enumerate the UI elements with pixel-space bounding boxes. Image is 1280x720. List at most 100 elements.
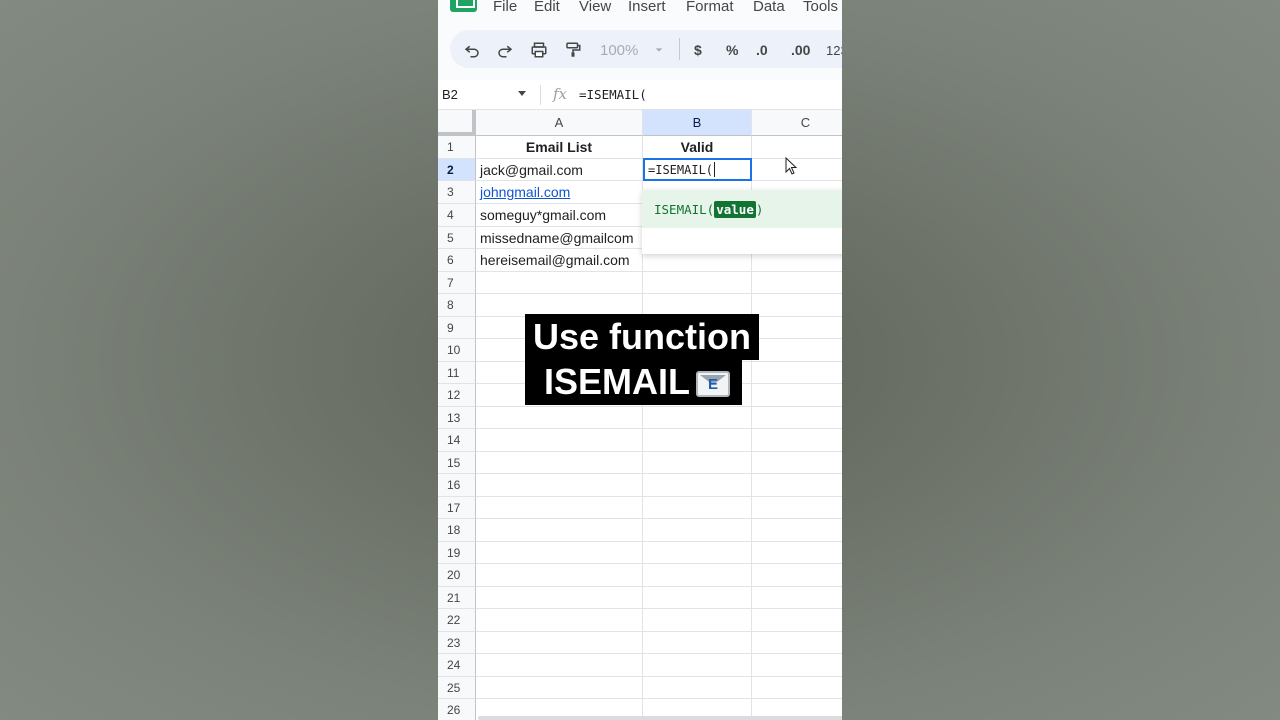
- row-header-21[interactable]: 21: [438, 587, 476, 609]
- row-header-17[interactable]: 17: [438, 497, 476, 519]
- grid-cell[interactable]: [476, 519, 643, 542]
- grid-cell[interactable]: [476, 542, 643, 564]
- grid-cell[interactable]: [752, 407, 842, 429]
- column-header-b[interactable]: B: [643, 110, 752, 136]
- grid-cell[interactable]: [752, 654, 842, 677]
- grid-cell[interactable]: [476, 407, 643, 429]
- grid-cell[interactable]: [643, 429, 752, 452]
- format-currency-button[interactable]: $: [694, 40, 702, 60]
- grid-cell[interactable]: [752, 542, 842, 564]
- row-header-12[interactable]: 12: [438, 384, 476, 407]
- cell-b1[interactable]: Valid: [643, 136, 752, 159]
- grid-cell[interactable]: [752, 587, 842, 609]
- menu-file[interactable]: File: [493, 0, 517, 15]
- grid-cell[interactable]: [476, 497, 643, 519]
- grid-cell[interactable]: [752, 317, 842, 339]
- row-header-7[interactable]: 7: [438, 272, 476, 294]
- row-header-11[interactable]: 11: [438, 362, 476, 384]
- grid-cell[interactable]: [643, 272, 752, 294]
- grid-cell[interactable]: [643, 632, 752, 654]
- grid-cell[interactable]: [643, 564, 752, 587]
- grid-cell[interactable]: [643, 542, 752, 564]
- zoom-select[interactable]: 100%: [600, 40, 638, 60]
- grid-cell[interactable]: [643, 587, 752, 609]
- row-header-10[interactable]: 10: [438, 339, 476, 362]
- select-all-corner[interactable]: [438, 110, 476, 136]
- decrease-decimal-button[interactable]: .0: [756, 40, 768, 60]
- menu-view[interactable]: View: [579, 0, 611, 15]
- menu-tools[interactable]: Tools: [803, 0, 838, 15]
- sheets-logo-icon[interactable]: [450, 0, 477, 12]
- row-header-5[interactable]: 5: [438, 227, 476, 249]
- grid-cell[interactable]: [752, 362, 842, 384]
- grid-cell[interactable]: [643, 407, 752, 429]
- grid-cell[interactable]: [643, 474, 752, 497]
- grid-cell[interactable]: [643, 519, 752, 542]
- increase-decimal-button[interactable]: .00: [791, 40, 810, 60]
- grid-cell[interactable]: [476, 474, 643, 497]
- menu-format[interactable]: Format: [686, 0, 734, 15]
- row-header-1[interactable]: 1: [438, 136, 476, 159]
- grid-cell[interactable]: [752, 384, 842, 407]
- column-header-a[interactable]: A: [476, 110, 643, 136]
- row-header-4[interactable]: 4: [438, 204, 476, 227]
- row-header-15[interactable]: 15: [438, 452, 476, 474]
- redo-icon[interactable]: [496, 40, 514, 60]
- cell-a3[interactable]: johngmail.com: [476, 181, 643, 204]
- grid-cell[interactable]: [476, 564, 643, 587]
- grid-cell[interactable]: [643, 452, 752, 474]
- row-header-16[interactable]: 16: [438, 474, 476, 497]
- grid-cell[interactable]: [643, 654, 752, 677]
- row-header-22[interactable]: 22: [438, 609, 476, 632]
- menu-insert[interactable]: Insert: [628, 0, 666, 15]
- grid-cell[interactable]: [752, 677, 842, 699]
- grid-cell[interactable]: [752, 452, 842, 474]
- grid-cell[interactable]: [752, 564, 842, 587]
- grid-cell[interactable]: [643, 497, 752, 519]
- format-percent-button[interactable]: %: [726, 40, 738, 60]
- cell-a1[interactable]: Email List: [476, 136, 643, 159]
- grid-cell[interactable]: [752, 429, 842, 452]
- row-header-26[interactable]: 26: [438, 699, 476, 720]
- row-header-18[interactable]: 18: [438, 519, 476, 542]
- row-header-9[interactable]: 9: [438, 317, 476, 339]
- paint-format-icon[interactable]: [564, 40, 582, 60]
- grid-cell[interactable]: [752, 609, 842, 632]
- grid-cell[interactable]: [752, 497, 842, 519]
- grid-cell[interactable]: [752, 339, 842, 362]
- menu-data[interactable]: Data: [753, 0, 785, 15]
- row-header-2[interactable]: 2: [438, 159, 476, 181]
- grid-cell[interactable]: [476, 429, 643, 452]
- row-header-13[interactable]: 13: [438, 407, 476, 429]
- grid-cell[interactable]: [752, 519, 842, 542]
- grid-cell[interactable]: [752, 272, 842, 294]
- number-format-button[interactable]: 123: [826, 40, 842, 60]
- print-icon[interactable]: [530, 40, 548, 60]
- grid-cell[interactable]: [476, 452, 643, 474]
- row-header-20[interactable]: 20: [438, 564, 476, 587]
- grid-cell[interactable]: [476, 677, 643, 699]
- name-box-dropdown-icon[interactable]: [518, 91, 526, 96]
- cell-a6[interactable]: hereisemail@gmail.com: [476, 249, 643, 272]
- menu-edit[interactable]: Edit: [534, 0, 560, 15]
- row-header-19[interactable]: 19: [438, 542, 476, 564]
- grid-cell[interactable]: [476, 272, 643, 294]
- grid-cell[interactable]: [752, 294, 842, 317]
- horizontal-scrollbar[interactable]: [478, 716, 842, 720]
- cell-a5[interactable]: missedname@gmailcom: [476, 227, 643, 249]
- grid-cell[interactable]: [752, 474, 842, 497]
- grid-cell[interactable]: [476, 654, 643, 677]
- row-header-24[interactable]: 24: [438, 654, 476, 677]
- active-cell-editor[interactable]: =ISEMAIL(: [643, 158, 752, 181]
- grid-cell[interactable]: [643, 677, 752, 699]
- grid-cell[interactable]: [643, 609, 752, 632]
- column-header-c[interactable]: C: [752, 110, 842, 136]
- grid-cell[interactable]: [752, 136, 842, 159]
- cell-a2[interactable]: jack@gmail.com: [476, 159, 643, 181]
- grid-cell[interactable]: [476, 587, 643, 609]
- autocomplete-suggestion[interactable]: ISEMAIL(value): [642, 190, 842, 228]
- undo-icon[interactable]: [463, 40, 481, 60]
- row-header-8[interactable]: 8: [438, 294, 476, 317]
- row-header-3[interactable]: 3: [438, 181, 476, 204]
- cell-a4[interactable]: someguy*gmail.com: [476, 204, 643, 227]
